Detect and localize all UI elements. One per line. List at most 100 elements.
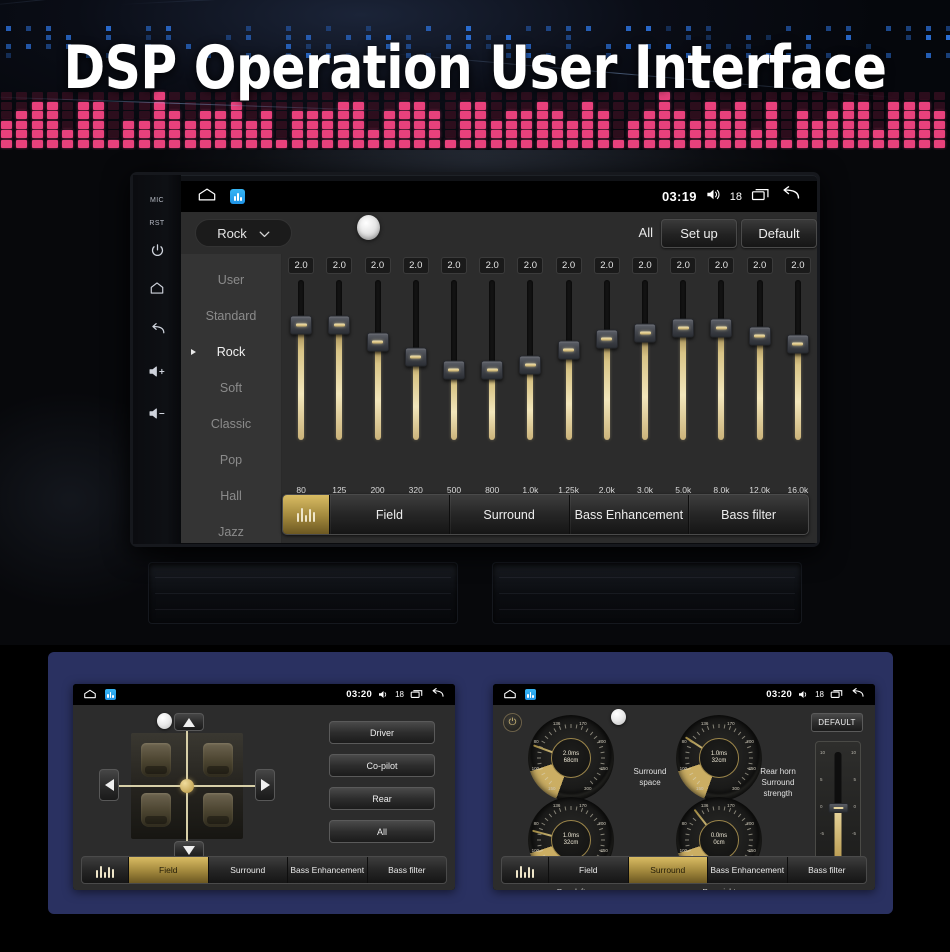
preset-position-driver[interactable]: Driver: [329, 721, 435, 744]
volume-down-icon[interactable]: [133, 407, 181, 420]
eq-slider-handle[interactable]: [367, 333, 389, 352]
eq-slider-handle[interactable]: [290, 315, 312, 334]
home-icon[interactable]: [197, 187, 217, 207]
tab-surround[interactable]: Surround: [628, 857, 708, 883]
home-icon[interactable]: [83, 686, 97, 704]
eq-slider-track[interactable]: [757, 280, 763, 440]
eq-slider-200[interactable]: 2.0200: [359, 254, 397, 497]
eq-slider-track[interactable]: [795, 280, 801, 440]
eq-slider-track[interactable]: [375, 280, 381, 440]
eq-slider-handle[interactable]: [405, 347, 427, 366]
surround-default-button[interactable]: DEFAULT: [811, 713, 863, 732]
tab-bass-enhancement[interactable]: Bass Enhancement: [569, 495, 689, 534]
tab-bass-filter[interactable]: Bass filter: [688, 495, 808, 534]
delay-dial-front-left[interactable]: 150100801361702002503002.0ms68cmFront le…: [528, 715, 614, 801]
setup-button[interactable]: Set up: [661, 219, 737, 248]
preset-list[interactable]: UserStandardRockSoftClassicPopHallJazz: [181, 254, 282, 543]
tab-field[interactable]: Field: [128, 857, 208, 883]
tab-equalizer[interactable]: [283, 495, 329, 534]
default-button[interactable]: Default: [741, 219, 817, 248]
move-right-button[interactable]: [255, 769, 275, 801]
home-icon[interactable]: [503, 686, 517, 704]
power-icon[interactable]: [133, 243, 181, 258]
back-icon[interactable]: [430, 686, 445, 704]
equalizer-sliders[interactable]: 2.0802.01252.02002.03202.05002.08002.01.…: [282, 254, 817, 497]
preset-item-rock[interactable]: Rock: [181, 334, 281, 370]
eq-slider-handle[interactable]: [710, 319, 732, 338]
preset-item-standard[interactable]: Standard: [181, 298, 281, 334]
power-icon[interactable]: ⏻: [503, 713, 522, 732]
eq-slider-5.0k[interactable]: 2.05.0k: [664, 254, 702, 497]
field-position-pad[interactable]: [95, 711, 295, 859]
eq-slider-1.0k[interactable]: 2.01.0k: [511, 254, 549, 497]
tab-surround[interactable]: Surround: [449, 495, 569, 534]
eq-slider-track[interactable]: [604, 280, 610, 440]
preset-item-hall[interactable]: Hall: [181, 478, 281, 514]
home-icon[interactable]: [133, 281, 181, 295]
eq-slider-track[interactable]: [336, 280, 342, 440]
tab-bass-filter[interactable]: Bass filter: [367, 857, 447, 883]
tab-equalizer[interactable]: [502, 857, 548, 883]
eq-slider-track[interactable]: [451, 280, 457, 440]
eq-slider-track[interactable]: [680, 280, 686, 440]
move-up-button[interactable]: [174, 713, 204, 731]
eq-slider-16.0k[interactable]: 2.016.0k: [779, 254, 817, 497]
eq-slider-12.0k[interactable]: 2.012.0k: [741, 254, 779, 497]
listening-position-marker[interactable]: [180, 779, 194, 793]
eq-slider-handle[interactable]: [634, 323, 656, 342]
eq-slider-track[interactable]: [642, 280, 648, 440]
eq-slider-track[interactable]: [298, 280, 304, 440]
recents-icon[interactable]: [830, 686, 844, 704]
eq-slider-handle[interactable]: [328, 315, 350, 334]
preset-position-all[interactable]: All: [329, 820, 435, 843]
back-icon[interactable]: [133, 323, 181, 337]
eq-slider-handle[interactable]: [558, 341, 580, 360]
tab-equalizer[interactable]: [82, 857, 128, 883]
eq-slider-8.0k[interactable]: 2.08.0k: [702, 254, 740, 497]
eq-slider-handle[interactable]: [787, 335, 809, 354]
eq-slider-125[interactable]: 2.0125: [320, 254, 358, 497]
eq-slider-track[interactable]: [527, 280, 533, 440]
recents-icon[interactable]: [410, 686, 424, 704]
tab-bass-filter[interactable]: Bass filter: [787, 857, 867, 883]
eq-slider-handle[interactable]: [749, 327, 771, 346]
tab-surround[interactable]: Surround: [208, 857, 288, 883]
eq-slider-1.25k[interactable]: 2.01.25k: [550, 254, 588, 497]
tab-bass-enhancement[interactable]: Bass Enhancement: [287, 857, 367, 883]
preset-item-jazz[interactable]: Jazz: [181, 514, 281, 543]
preset-position-copilot[interactable]: Co-pilot: [329, 754, 435, 777]
eq-slider-track[interactable]: [566, 280, 572, 440]
preset-item-classic[interactable]: Classic: [181, 406, 281, 442]
volume-up-icon[interactable]: [133, 365, 181, 378]
surround-strength-handle[interactable]: [828, 803, 848, 813]
preset-item-soft[interactable]: Soft: [181, 370, 281, 406]
eq-slider-handle[interactable]: [519, 355, 541, 374]
back-icon[interactable]: [850, 686, 865, 704]
eq-slider-handle[interactable]: [481, 360, 503, 379]
surround-strength-slider[interactable]: 10105500-5-5-10-10: [815, 741, 861, 869]
eq-slider-500[interactable]: 2.0500: [435, 254, 473, 497]
surround-tab-bar[interactable]: FieldSurroundBass EnhancementBass filter: [501, 856, 867, 884]
preset-item-user[interactable]: User: [181, 262, 281, 298]
eq-slider-3.0k[interactable]: 2.03.0k: [626, 254, 664, 497]
preset-dropdown[interactable]: Rock: [195, 219, 292, 247]
move-left-button[interactable]: [99, 769, 119, 801]
field-tab-bar[interactable]: FieldSurroundBass EnhancementBass filter: [81, 856, 447, 884]
tab-field[interactable]: Field: [329, 495, 449, 534]
eq-slider-80[interactable]: 2.080: [282, 254, 320, 497]
eq-slider-track[interactable]: [413, 280, 419, 440]
eq-slider-800[interactable]: 2.0800: [473, 254, 511, 497]
eq-slider-2.0k[interactable]: 2.02.0k: [588, 254, 626, 497]
dsp-tab-bar[interactable]: FieldSurroundBass EnhancementBass filter: [282, 494, 809, 535]
eq-slider-handle[interactable]: [596, 330, 618, 349]
back-icon[interactable]: [780, 186, 801, 207]
equalizer-app-icon[interactable]: [230, 189, 245, 204]
recents-icon[interactable]: [751, 187, 771, 207]
eq-slider-track[interactable]: [489, 280, 495, 440]
preset-position-rear[interactable]: Rear: [329, 787, 435, 810]
preset-item-pop[interactable]: Pop: [181, 442, 281, 478]
eq-slider-handle[interactable]: [672, 319, 694, 338]
eq-slider-track[interactable]: [718, 280, 724, 440]
tab-bass-enhancement[interactable]: Bass Enhancement: [707, 857, 787, 883]
tab-field[interactable]: Field: [548, 857, 628, 883]
